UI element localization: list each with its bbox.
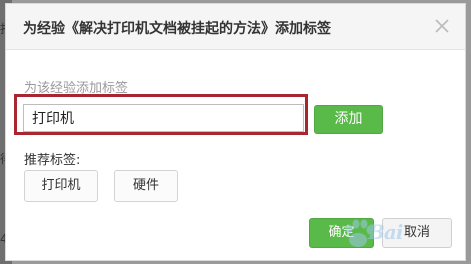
dialog-header: 为经验《解决打印机文档被挂起的方法》添加标签 — [6, 4, 465, 50]
recommended-tags-label: 推荐标签: — [24, 153, 81, 168]
confirm-button[interactable]: 确定 — [309, 218, 374, 248]
dialog-title: 为经验《解决打印机文档被挂起的方法》添加标签 — [23, 21, 331, 37]
tag-input[interactable] — [23, 104, 304, 132]
cancel-button[interactable]: 取消 — [382, 218, 452, 248]
recommended-tag-printer[interactable]: 打印机 — [24, 170, 98, 202]
recommended-tag-hardware[interactable]: 硬件 — [114, 170, 178, 202]
add-button[interactable]: 添加 — [314, 105, 383, 134]
close-icon[interactable] — [433, 17, 451, 35]
add-tag-dialog: 为经验《解决打印机文档被挂起的方法》添加标签 为该经验添加标签 添加 推荐标签:… — [5, 3, 466, 261]
